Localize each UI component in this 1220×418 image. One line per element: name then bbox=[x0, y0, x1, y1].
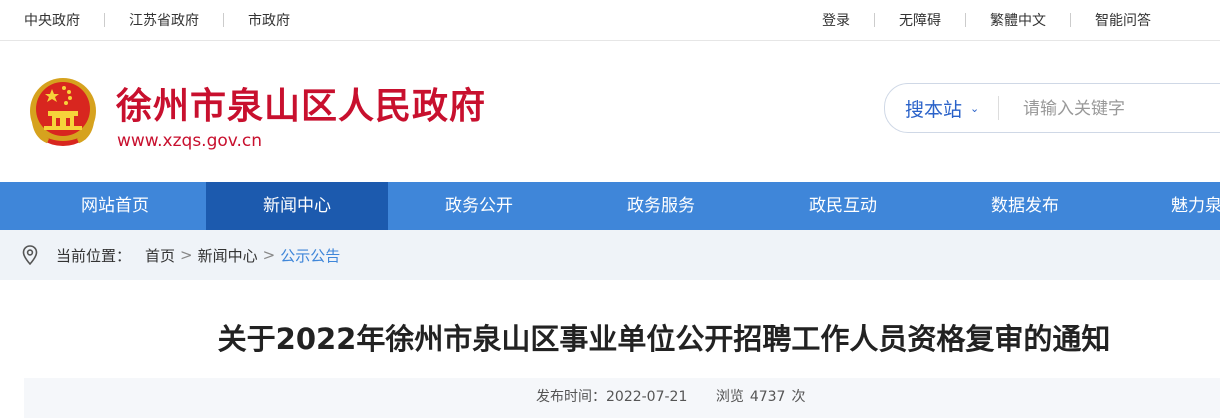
article-meta-bar: 发布时间：2022-07-21 浏览 4737 次 bbox=[24, 378, 1220, 418]
divider bbox=[104, 13, 105, 27]
location-pin-icon bbox=[22, 245, 38, 265]
nav-item-charm-quanshan[interactable]: 魅力泉山 bbox=[1116, 182, 1220, 230]
search-scope-label: 搜本站 bbox=[905, 98, 963, 121]
main-nav: 网站首页 新闻中心 政务公开 政务服务 政民互动 数据发布 魅力泉山 bbox=[0, 182, 1220, 230]
traditional-chinese-link[interactable]: 繁體中文 bbox=[990, 10, 1046, 30]
login-link[interactable]: 登录 bbox=[822, 10, 850, 30]
divider bbox=[223, 13, 224, 27]
nav-item-news-center[interactable]: 新闻中心 bbox=[206, 182, 388, 230]
search-box: 搜本站 ⌄ bbox=[884, 83, 1220, 133]
nav-item-home[interactable]: 网站首页 bbox=[24, 182, 206, 230]
chevron-down-icon: ⌄ bbox=[970, 101, 980, 115]
breadcrumb-separator: > bbox=[180, 246, 193, 264]
breadcrumb: 当前位置： 首页 > 新闻中心 > 公示公告 bbox=[22, 230, 340, 280]
article-meta: 发布时间：2022-07-21 浏览 4737 次 bbox=[536, 386, 811, 406]
link-city-government[interactable]: 市政府 bbox=[248, 10, 290, 30]
publish-label: 发布时间： bbox=[536, 389, 606, 405]
breadcrumb-prefix: 当前位置： bbox=[56, 246, 132, 265]
breadcrumb-home[interactable]: 首页 bbox=[145, 245, 175, 266]
views-count: 4737 bbox=[749, 389, 786, 405]
national-emblem-icon[interactable] bbox=[26, 75, 100, 151]
breadcrumb-news-center[interactable]: 新闻中心 bbox=[198, 245, 258, 266]
site-title[interactable]: 徐州市泉山区人民政府 bbox=[116, 77, 486, 129]
breadcrumb-separator: > bbox=[262, 246, 276, 264]
nav-item-interaction[interactable]: 政民互动 bbox=[752, 182, 934, 230]
accessibility-link[interactable]: 无障碍 bbox=[899, 10, 941, 30]
search-divider bbox=[998, 96, 999, 120]
nav-item-government-affairs[interactable]: 政务公开 bbox=[388, 182, 570, 230]
link-jiangsu-government[interactable]: 江苏省政府 bbox=[129, 10, 199, 30]
site-header: 徐州市泉山区人民政府 www.xzqs.gov.cn 搜本站 ⌄ bbox=[0, 41, 1220, 182]
nav-item-data-release[interactable]: 数据发布 bbox=[934, 182, 1116, 230]
divider bbox=[1070, 13, 1071, 27]
divider bbox=[874, 13, 875, 27]
top-left-links: 中央政府 江苏省政府 市政府 bbox=[24, 0, 290, 40]
search-scope-dropdown[interactable]: 搜本站 ⌄ bbox=[905, 84, 979, 132]
views-label: 浏览 bbox=[715, 389, 744, 405]
nav-item-government-services[interactable]: 政务服务 bbox=[570, 182, 752, 230]
top-bar: 中央政府 江苏省政府 市政府 登录 无障碍 繁體中文 智能问答 bbox=[0, 0, 1220, 41]
views-unit: 次 bbox=[791, 389, 806, 405]
link-central-government[interactable]: 中央政府 bbox=[24, 10, 80, 30]
search-input[interactable] bbox=[1021, 94, 1220, 124]
article-title: 关于2022年徐州市泉山区事业单位公开招聘工作人员资格复审的通知 bbox=[217, 322, 1111, 356]
site-url[interactable]: www.xzqs.gov.cn bbox=[117, 131, 262, 151]
breadcrumb-bar: 当前位置： 首页 > 新闻中心 > 公示公告 bbox=[0, 230, 1220, 280]
divider bbox=[965, 13, 966, 27]
publish-date: 2022-07-21 bbox=[606, 389, 688, 405]
smart-qa-link[interactable]: 智能问答 bbox=[1095, 10, 1151, 30]
top-right-links: 登录 无障碍 繁體中文 智能问答 bbox=[822, 0, 1151, 40]
breadcrumb-current[interactable]: 公示公告 bbox=[280, 245, 340, 266]
